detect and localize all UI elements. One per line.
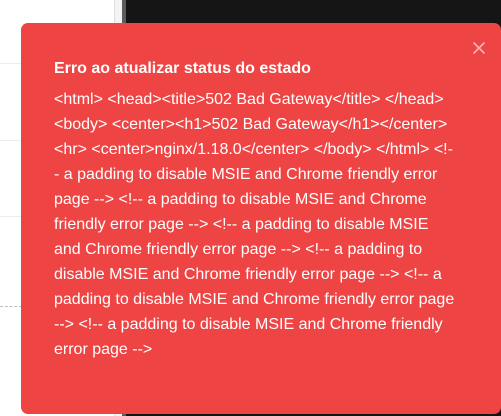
- close-icon: [473, 42, 485, 54]
- error-toast: Erro ao atualizar status do estado <html…: [21, 23, 501, 414]
- toast-title: Erro ao atualizar status do estado: [54, 60, 311, 77]
- close-button[interactable]: [471, 40, 487, 56]
- toast-message: <html> <head><title>502 Bad Gateway</tit…: [54, 91, 455, 358]
- background-dashed-line: [0, 306, 22, 307]
